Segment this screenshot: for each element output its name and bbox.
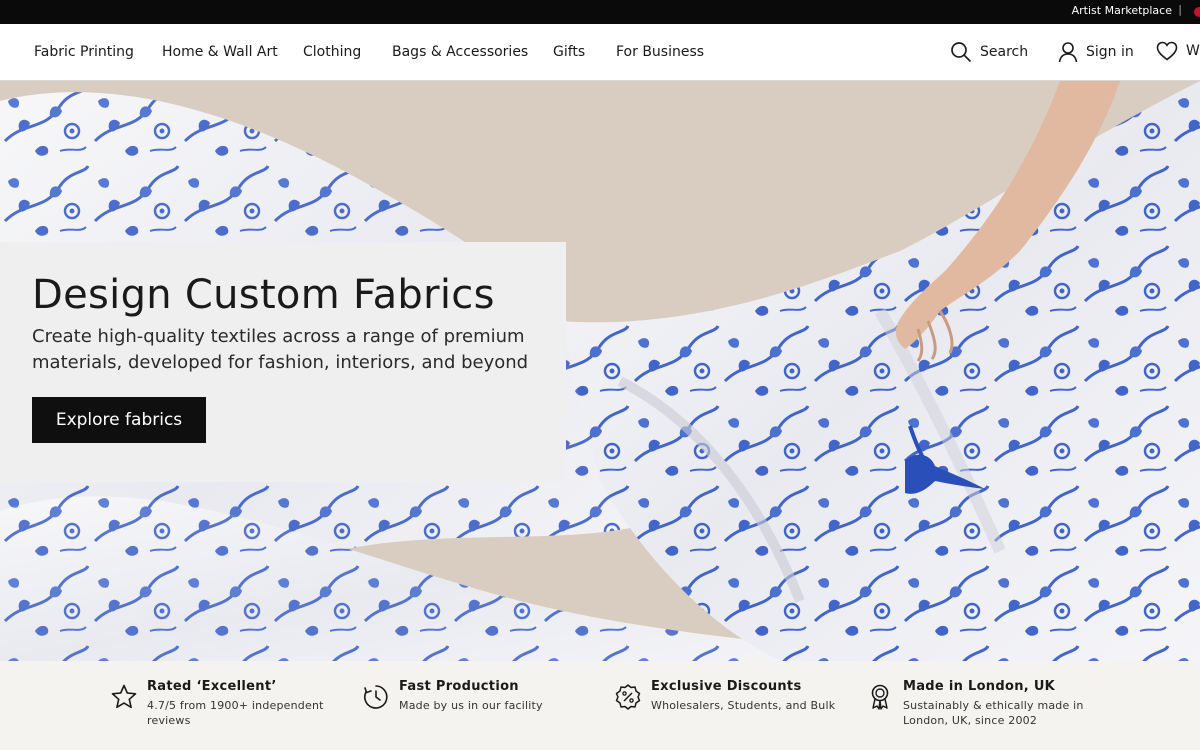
explore-fabrics-button[interactable]: Explore fabrics bbox=[32, 397, 206, 443]
feature-desc: Wholesalers, Students, and Bulk bbox=[651, 699, 836, 712]
hero-title: Design Custom Fabrics bbox=[32, 272, 495, 318]
feature-desc: 4.7/5 from 1900+ independent reviews bbox=[147, 699, 324, 727]
feature-desc: Sustainably & ethically made in London, … bbox=[903, 699, 1084, 727]
feature-title: Exclusive Discounts bbox=[651, 679, 802, 694]
features-strip: Rated ‘Excellent’ 4.7/5 from 1900+ indep… bbox=[0, 661, 1200, 750]
clock-icon bbox=[364, 685, 388, 709]
uk-flag-icon[interactable] bbox=[1194, 7, 1200, 17]
nav-item-fabric-printing[interactable]: Fabric Printing bbox=[34, 44, 134, 60]
wishlist-button[interactable]: W bbox=[1156, 41, 1200, 61]
feature-title: Made in London, UK bbox=[903, 679, 1056, 694]
hero-content-card: Design Custom Fabrics Create high-qualit… bbox=[0, 242, 566, 482]
nav-item-for-business[interactable]: For Business bbox=[616, 44, 704, 60]
nav-item-bags-accessories[interactable]: Bags & Accessories bbox=[392, 44, 528, 60]
top-utility-bar: Artist Marketplace | bbox=[0, 0, 1200, 24]
search-icon bbox=[951, 42, 971, 62]
nav-item-clothing[interactable]: Clothing bbox=[303, 44, 361, 60]
discount-badge-icon bbox=[615, 684, 641, 710]
sign-in-button[interactable]: Sign in bbox=[1058, 41, 1134, 63]
hero-banner: Design Custom Fabrics Create high-qualit… bbox=[0, 81, 1200, 661]
nav-item-gifts[interactable]: Gifts bbox=[553, 44, 585, 60]
award-ribbon-icon bbox=[871, 684, 889, 710]
nav-item-home-wall-art[interactable]: Home & Wall Art bbox=[162, 44, 278, 60]
search-button[interactable]: Search bbox=[950, 41, 1028, 63]
sign-in-label: Sign in bbox=[1086, 44, 1134, 60]
star-icon bbox=[111, 684, 137, 709]
user-icon bbox=[1058, 42, 1078, 63]
feature-title: Fast Production bbox=[399, 679, 519, 694]
search-label: Search bbox=[980, 44, 1029, 60]
hero-subtitle: Create high-quality textiles across a ra… bbox=[32, 326, 529, 373]
feature-desc: Made by us in our facility bbox=[399, 699, 543, 712]
heart-icon bbox=[1156, 41, 1178, 61]
feature-title: Rated ‘Excellent’ bbox=[147, 679, 277, 694]
wishlist-label: W bbox=[1186, 43, 1200, 59]
topbar-separator: | bbox=[1178, 3, 1182, 16]
artist-marketplace-link[interactable]: Artist Marketplace bbox=[1072, 4, 1172, 17]
main-navigation: Fabric Printing Home & Wall Art Clothing… bbox=[0, 24, 1200, 81]
